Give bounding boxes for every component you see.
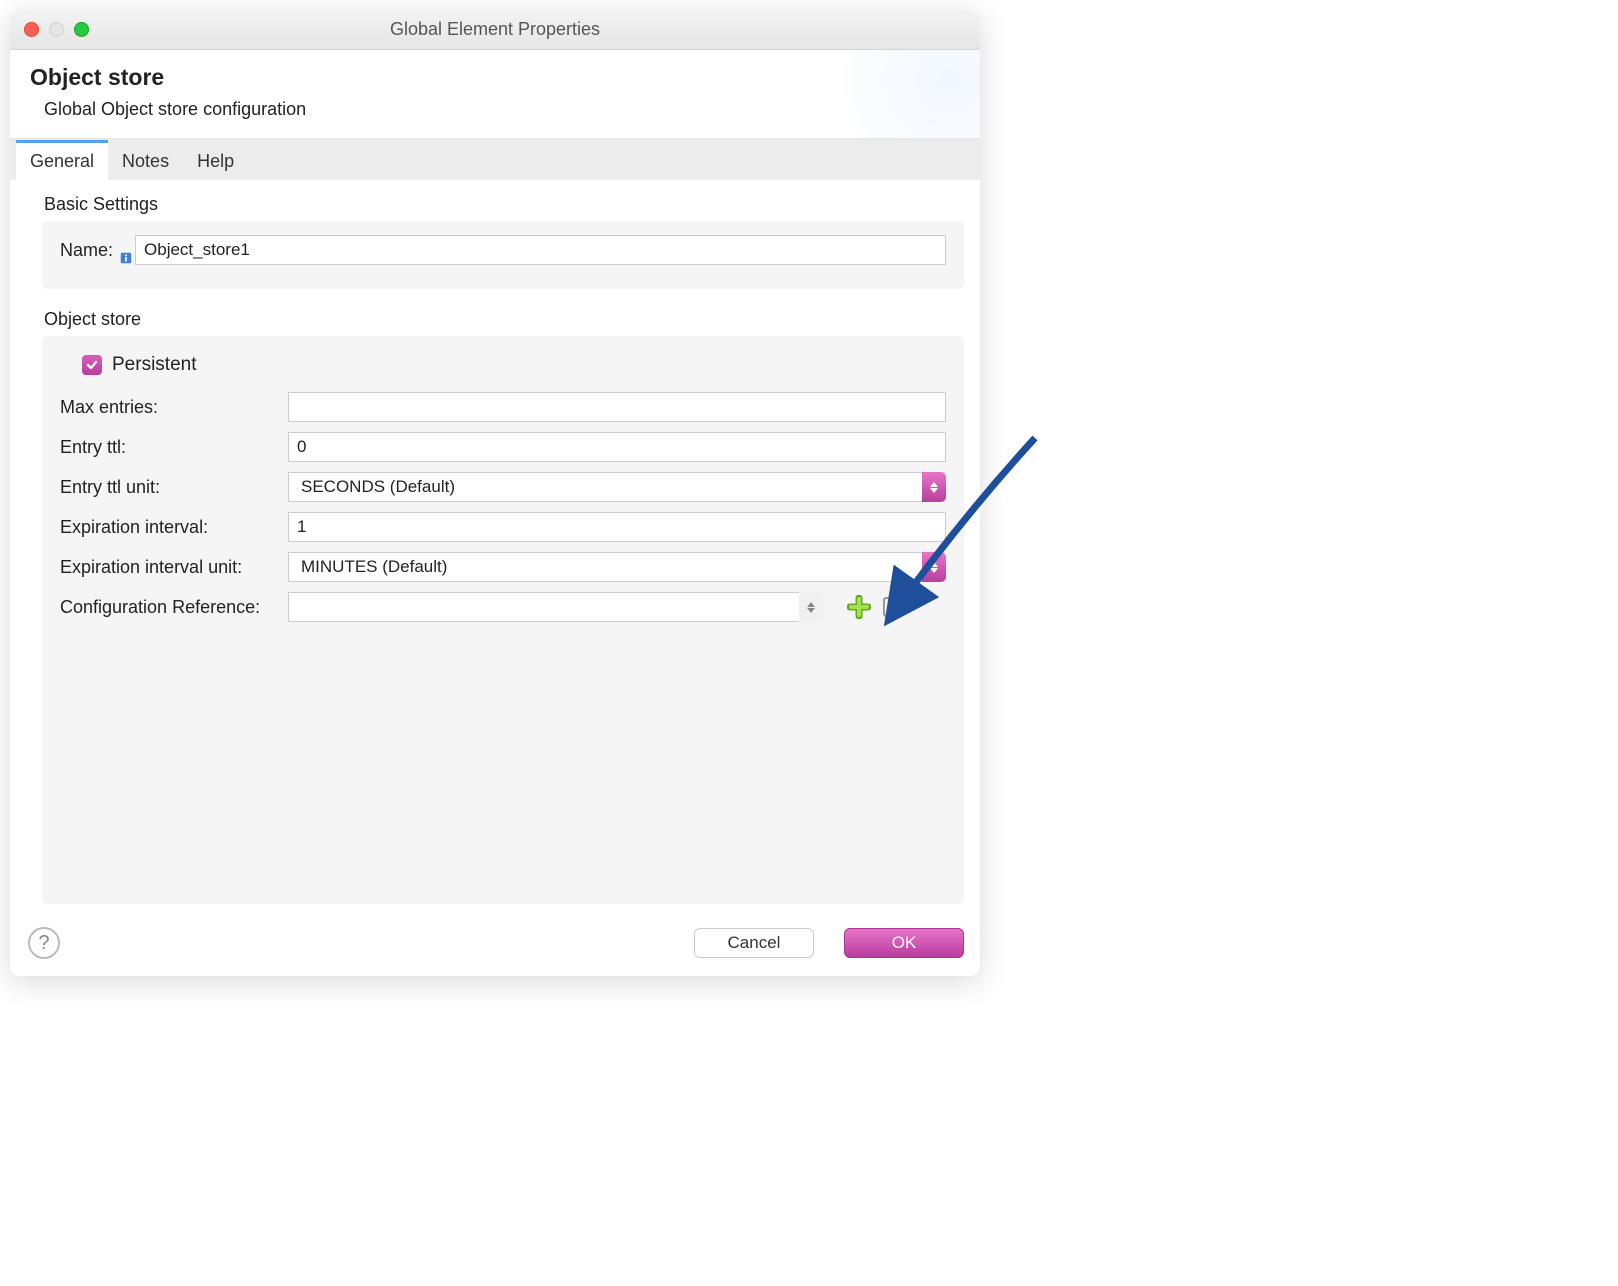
footer: ? Cancel OK <box>10 920 980 976</box>
persistent-checkbox[interactable] <box>82 355 102 375</box>
chevron-updown-icon <box>799 592 823 622</box>
config-ref-value <box>288 592 799 622</box>
expiration-interval-label: Expiration interval: <box>60 517 288 538</box>
basic-settings-label: Basic Settings <box>44 194 964 215</box>
persistent-label: Persistent <box>112 354 196 376</box>
page-subtitle: Global Object store configuration <box>30 99 960 120</box>
chevron-updown-icon <box>922 552 946 582</box>
tabs: General Notes Help <box>10 138 980 180</box>
chevron-updown-icon <box>922 472 946 502</box>
expiration-interval-input[interactable] <box>288 512 946 542</box>
name-label: Name: <box>60 240 113 261</box>
info-icon <box>119 251 133 265</box>
entry-ttl-input[interactable] <box>288 432 946 462</box>
config-ref-select[interactable] <box>288 592 823 622</box>
name-input[interactable] <box>135 235 946 265</box>
config-ref-label: Configuration Reference: <box>60 597 288 618</box>
page-title: Object store <box>30 64 960 91</box>
entry-ttl-unit-label: Entry ttl unit: <box>60 477 288 498</box>
expiration-interval-unit-label: Expiration interval unit: <box>60 557 288 578</box>
max-entries-input[interactable] <box>288 392 946 422</box>
window-title: Global Element Properties <box>10 19 980 40</box>
entry-ttl-unit-select[interactable]: SECONDS (Default) <box>288 472 946 502</box>
max-entries-label: Max entries: <box>60 397 288 418</box>
question-icon: ? <box>38 932 49 955</box>
add-icon[interactable] <box>847 595 871 619</box>
header: Object store Global Object store configu… <box>10 50 980 138</box>
titlebar: Global Element Properties <box>10 10 980 50</box>
content-area: Basic Settings Name: Object store <box>10 180 980 920</box>
expiration-interval-unit-select[interactable]: MINUTES (Default) <box>288 552 946 582</box>
check-icon <box>85 358 99 372</box>
object-store-group: Persistent Max entries: Entry ttl: Entry… <box>42 336 964 904</box>
tab-general[interactable]: General <box>16 140 108 180</box>
cancel-button[interactable]: Cancel <box>694 928 814 958</box>
tab-help[interactable]: Help <box>183 140 248 180</box>
dialog-window: Global Element Properties Object store G… <box>10 10 980 976</box>
tab-notes[interactable]: Notes <box>108 140 183 180</box>
entry-ttl-unit-value: SECONDS (Default) <box>288 472 922 502</box>
expiration-interval-unit-value: MINUTES (Default) <box>288 552 922 582</box>
ok-button[interactable]: OK <box>844 928 964 958</box>
help-button[interactable]: ? <box>28 927 60 959</box>
object-store-label: Object store <box>44 309 964 330</box>
entry-ttl-label: Entry ttl: <box>60 437 288 458</box>
edit-icon[interactable] <box>881 595 905 619</box>
basic-settings-group: Name: <box>42 221 964 289</box>
